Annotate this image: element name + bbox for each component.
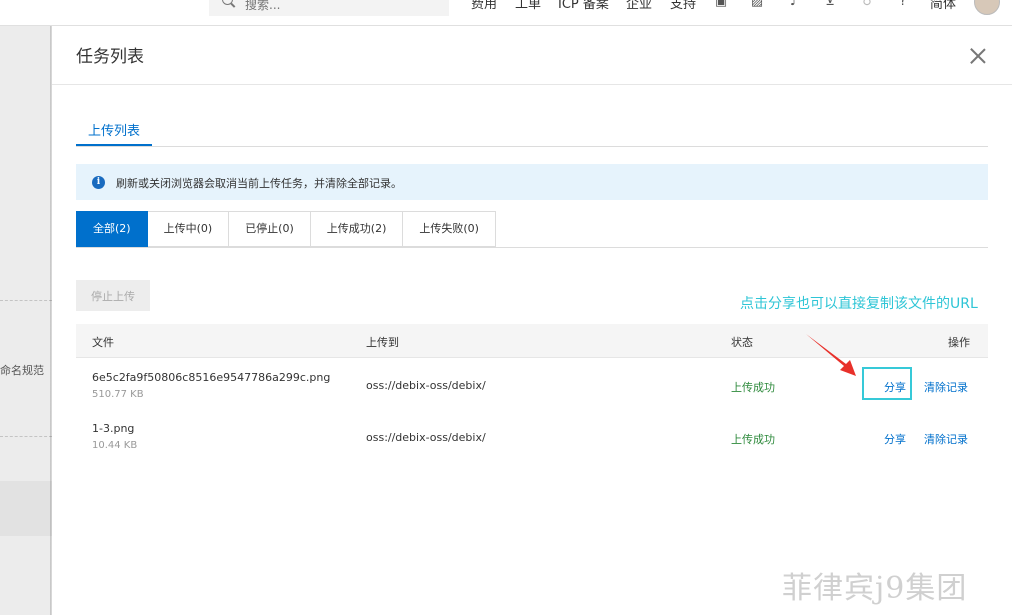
nav-support[interactable]: 支持 [670,0,696,12]
file-size: 10.44 KB [92,440,138,451]
clear-record-link[interactable]: 清除记录 [924,379,968,395]
nav-billing[interactable]: 费用 [471,0,497,12]
divider [0,300,52,301]
background-label: 命名规范 [0,364,44,377]
divider [0,436,52,437]
info-icon: i [92,176,105,189]
column-header-file: 文件 [92,336,114,349]
search-input[interactable] [209,0,449,16]
filter-uploading[interactable]: 上传中(0) [147,211,230,247]
notice-text: 刷新或关闭浏览器会取消当前上传任务，并清除全部记录。 [116,177,402,190]
file-size: 510.77 KB [92,389,144,400]
image-icon[interactable]: ▨ [750,0,764,9]
file-name: 6e5c2fa9f50806c8516e9547786a299c.png [92,371,331,384]
nav-tickets[interactable]: 工单 [515,0,541,12]
filter-failed[interactable]: 上传失败(0) [403,211,496,247]
divider [52,84,1012,85]
help-icon[interactable]: ? [896,0,910,9]
nav-icp[interactable]: ICP 备案 [558,0,609,12]
column-header-status: 状态 [731,336,753,349]
nav-enterprise[interactable]: 企业 [626,0,652,12]
status-badge: 上传成功 [731,381,775,394]
divider [76,247,988,248]
tab-upload-list[interactable]: 上传列表 [76,120,152,146]
table-row: 1-3.png 10.44 KB oss://debix-oss/debix/ … [76,415,988,467]
close-icon[interactable] [968,46,988,66]
filter-success[interactable]: 上传成功(2) [310,211,404,247]
column-header-destination: 上传到 [366,336,399,349]
watermark: 菲律宾j9集团 [782,571,968,606]
filter-all[interactable]: 全部(2) [76,211,148,247]
bell-icon[interactable]: ♪ [787,0,801,9]
share-link[interactable]: 分享 [884,431,906,447]
clear-record-link[interactable]: 清除记录 [924,431,968,447]
bulb-icon[interactable]: ♁ [860,0,874,9]
filter-stopped[interactable]: 已停止(0) [229,211,311,247]
language-switch[interactable]: 简体 [930,0,956,12]
status-badge: 上传成功 [731,433,775,446]
divider [76,146,988,147]
avatar[interactable] [974,0,1000,15]
notice-banner: i 刷新或关闭浏览器会取消当前上传任务，并清除全部记录。 [76,164,988,200]
share-link[interactable]: 分享 [884,379,906,395]
status-filter-tabs: 全部(2) 上传中(0) 已停止(0) 上传成功(2) 上传失败(0) [76,211,496,247]
upload-destination: oss://debix-oss/debix/ [366,431,486,444]
annotation-text: 点击分享也可以直接复制该文件的URL [740,296,978,312]
file-name: 1-3.png [92,422,135,435]
top-navigation-bar: 费用 工单 ICP 备案 企业 支持 ▣ ▨ ♪ ⊻ ♁ ? 简体 [0,0,1012,26]
cart-icon[interactable]: ⊻ [823,0,837,9]
task-list-panel: 任务列表 上传列表 i 刷新或关闭浏览器会取消当前上传任务，并清除全部记录。 全… [52,26,1012,615]
background-band [0,481,52,536]
background-page: 命名规范 [0,26,52,615]
red-arrow-icon [806,334,856,376]
column-header-operations: 操作 [948,336,970,349]
stop-upload-button[interactable]: 停止上传 [76,280,150,311]
qr-code-icon[interactable]: ▣ [714,0,728,9]
panel-title: 任务列表 [76,47,144,67]
upload-destination: oss://debix-oss/debix/ [366,379,486,392]
